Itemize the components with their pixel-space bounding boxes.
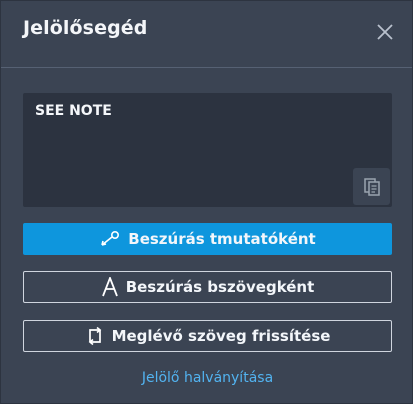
close-icon bbox=[377, 24, 393, 40]
markup-assist-panel: Jelölősegéd SEE NOTE Beszúrás tmutatókén… bbox=[0, 0, 413, 404]
copy-icon bbox=[363, 177, 380, 196]
text-icon bbox=[101, 277, 118, 297]
panel-title: Jelölősegéd bbox=[23, 17, 148, 39]
fade-markup-link[interactable]: Jelölő halványítása bbox=[1, 370, 413, 386]
insert-as-text-button[interactable]: Beszúrás bszövegként bbox=[23, 271, 392, 303]
refresh-existing-text-button[interactable]: Meglévő szöveg frissítése bbox=[23, 320, 392, 352]
refresh-existing-text-label: Meglévő szöveg frissítése bbox=[111, 327, 331, 345]
note-text-area[interactable]: SEE NOTE bbox=[23, 93, 392, 207]
copy-button[interactable] bbox=[353, 168, 390, 205]
close-button[interactable] bbox=[372, 19, 398, 45]
refresh-icon bbox=[88, 326, 101, 346]
leader-icon bbox=[101, 230, 120, 246]
panel-header: Jelölősegéd bbox=[1, 1, 412, 68]
note-text: SEE NOTE bbox=[35, 103, 112, 119]
insert-as-leader-button[interactable]: Beszúrás tmutatóként bbox=[23, 223, 392, 255]
insert-as-text-label: Beszúrás bszövegként bbox=[125, 278, 315, 296]
insert-as-leader-label: Beszúrás tmutatóként bbox=[128, 230, 316, 248]
